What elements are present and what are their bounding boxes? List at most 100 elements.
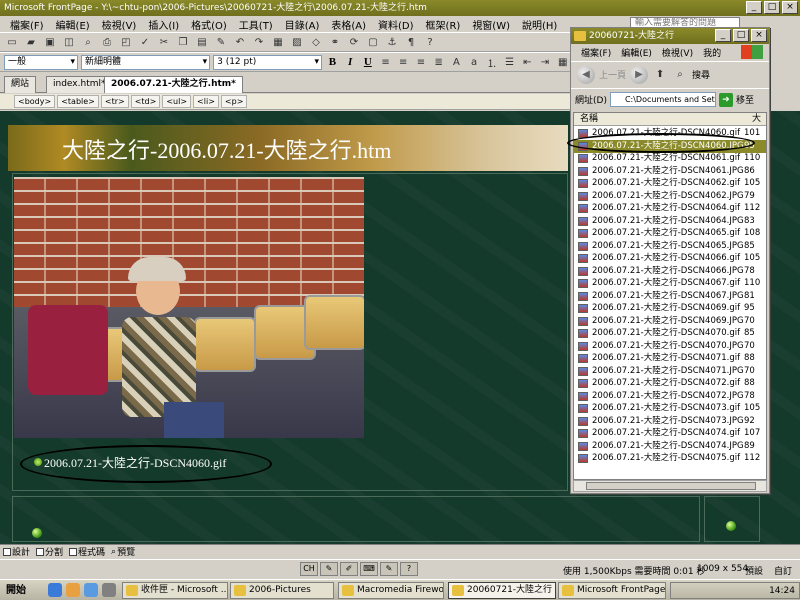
file-row[interactable]: 2006.07.21-大陸之行-DSCN4069.JPG 70 bbox=[574, 315, 766, 328]
column-name[interactable]: 名稱 bbox=[580, 113, 598, 125]
file-row[interactable]: 2006.07.21-大陸之行-DSCN4064.gif 112 bbox=[574, 202, 766, 215]
explorer-window[interactable]: 20060721-大陸之行 _ □ × 檔案(F) 編輯(E) 檢視(V) 我的… bbox=[567, 27, 770, 494]
underline-button[interactable]: U bbox=[360, 54, 375, 70]
back-label[interactable]: 上一頁 bbox=[599, 68, 626, 81]
file-row[interactable]: 2006.07.21-大陸之行-DSCN4074.JPG 89 bbox=[574, 440, 766, 453]
undo-icon[interactable]: ↶ bbox=[232, 34, 248, 50]
view-design[interactable]: 設計 bbox=[3, 545, 30, 558]
column-size[interactable]: 大 bbox=[752, 113, 761, 125]
align-right-icon[interactable]: ≡ bbox=[414, 54, 429, 70]
view-split[interactable]: 分割 bbox=[36, 545, 63, 558]
anchor-icon[interactable]: ⚓ bbox=[384, 34, 400, 50]
file-row[interactable]: 2006.07.21-大陸之行-DSCN4071.JPG 70 bbox=[574, 365, 766, 378]
file-row[interactable]: 2006.07.21-大陸之行-DSCN4075.gif 112 bbox=[574, 452, 766, 465]
close-button[interactable]: × bbox=[782, 1, 798, 14]
minimize-button[interactable]: _ bbox=[746, 1, 762, 14]
open-folder-icon[interactable]: ▰ bbox=[23, 34, 39, 50]
file-row[interactable]: 2006.07.21-大陸之行-DSCN4062.JPG 79 bbox=[574, 190, 766, 203]
search-icon[interactable]: ⌕ bbox=[672, 67, 688, 83]
tag-td[interactable]: <td> bbox=[130, 95, 161, 108]
style-select[interactable]: 一般 bbox=[4, 54, 78, 70]
task-pictures-folder[interactable]: 2006-Pictures bbox=[230, 582, 334, 599]
task-inbox[interactable]: 收件匣 - Microsoft ... bbox=[122, 582, 228, 599]
file-row[interactable]: 2006.07.21-大陸之行-DSCN4071.gif 88 bbox=[574, 352, 766, 365]
file-row[interactable]: 2006.07.21-大陸之行-DSCN4065.JPG 85 bbox=[574, 240, 766, 253]
tag-tr[interactable]: <tr> bbox=[100, 95, 129, 108]
tag-li[interactable]: <li> bbox=[193, 95, 219, 108]
scrollbar-thumb[interactable] bbox=[586, 482, 756, 490]
search-icon[interactable]: ⌕ bbox=[80, 34, 96, 50]
bullet-list-icon[interactable]: ☰ bbox=[502, 54, 517, 70]
explorer-close-button[interactable]: × bbox=[751, 29, 767, 42]
font-select[interactable]: 新細明體 bbox=[80, 54, 211, 70]
menu-edit[interactable]: 編輯(E) bbox=[50, 17, 96, 32]
horizontal-scrollbar[interactable] bbox=[573, 480, 767, 492]
footer-cell[interactable] bbox=[12, 496, 700, 542]
file-row[interactable]: 2006.07.21-大陸之行-DSCN4074.gif 107 bbox=[574, 427, 766, 440]
firefox-icon[interactable] bbox=[84, 583, 98, 597]
align-center-icon[interactable]: ≡ bbox=[396, 54, 411, 70]
increase-indent-icon[interactable]: ⇥ bbox=[538, 54, 553, 70]
tab-web-site[interactable]: 網站 bbox=[4, 76, 37, 93]
go-label[interactable]: 移至 bbox=[736, 93, 754, 106]
tools-icon[interactable]: ✎ bbox=[380, 562, 398, 576]
explorer-title-bar[interactable]: 20060721-大陸之行 _ □ × bbox=[571, 28, 769, 44]
menu-frames[interactable]: 框架(R) bbox=[420, 17, 467, 32]
publish-icon[interactable]: ◫ bbox=[61, 34, 77, 50]
help-icon[interactable]: ? bbox=[422, 34, 438, 50]
explorer-menu-view[interactable]: 檢視(V) bbox=[662, 46, 693, 59]
copy-icon[interactable]: ❐ bbox=[175, 34, 191, 50]
window-title-bar[interactable]: Microsoft FrontPage - Y:\~chtu-pon\2006-… bbox=[0, 0, 800, 16]
file-row[interactable]: 2006.07.21-大陸之行-DSCN4072.gif 88 bbox=[574, 377, 766, 390]
input-method-icon[interactable]: ✎ bbox=[320, 562, 338, 576]
menu-view[interactable]: 檢視(V) bbox=[96, 17, 143, 32]
file-row[interactable]: 2006.07.21-大陸之行-DSCN4066.JPG 78 bbox=[574, 265, 766, 278]
menu-file[interactable]: 檔案(F) bbox=[4, 17, 50, 32]
menu-contents[interactable]: 目錄(A) bbox=[279, 17, 326, 32]
clock[interactable]: 14:24 bbox=[769, 586, 795, 596]
tag-table[interactable]: <table> bbox=[57, 95, 99, 108]
folder-up-icon[interactable]: ⬆ bbox=[652, 67, 668, 83]
italic-button[interactable]: I bbox=[343, 54, 358, 70]
show-desktop-icon[interactable] bbox=[102, 583, 116, 597]
menu-insert[interactable]: 插入(I) bbox=[142, 17, 185, 32]
search-label[interactable]: 搜尋 bbox=[692, 68, 710, 81]
numbered-list-icon[interactable]: ⒈ bbox=[484, 54, 499, 70]
tab-index-html[interactable]: index.html* bbox=[46, 76, 113, 93]
menu-help[interactable]: 說明(H) bbox=[516, 17, 563, 32]
align-left-icon[interactable]: ≡ bbox=[378, 54, 393, 70]
start-button[interactable]: 開始 bbox=[2, 582, 30, 599]
maximize-button[interactable]: □ bbox=[764, 1, 780, 14]
explorer-maximize-button[interactable]: □ bbox=[733, 29, 749, 42]
task-explorer[interactable]: 20060721-大陸之行 bbox=[448, 582, 556, 599]
menu-format[interactable]: 格式(O) bbox=[185, 17, 233, 32]
spelling-icon[interactable]: ✓ bbox=[137, 34, 153, 50]
justify-icon[interactable]: ≣ bbox=[431, 54, 446, 70]
go-arrow-icon[interactable]: ➜ bbox=[718, 92, 733, 107]
decrease-indent-icon[interactable]: ⇤ bbox=[520, 54, 535, 70]
file-row[interactable]: 2006.07.21-大陸之行-DSCN4073.JPG 92 bbox=[574, 415, 766, 428]
tag-body[interactable]: <body> bbox=[14, 95, 56, 108]
refresh-icon[interactable]: ⟳ bbox=[346, 34, 362, 50]
address-input[interactable]: C:\Documents and Set bbox=[609, 92, 716, 107]
show-all-icon[interactable]: ¶ bbox=[403, 34, 419, 50]
tag-p[interactable]: <p> bbox=[220, 95, 248, 108]
file-row[interactable]: 2006.07.21-大陸之行-DSCN4061.gif 110 bbox=[574, 152, 766, 165]
tag-ul[interactable]: <ul> bbox=[162, 95, 192, 108]
explorer-menu-file[interactable]: 檔案(F) bbox=[581, 46, 611, 59]
menu-table[interactable]: 表格(A) bbox=[325, 17, 372, 32]
file-list[interactable]: 名稱 大 2006.07.21-大陸之行-DSCN4060.gif 101 2006… bbox=[573, 112, 767, 480]
file-row[interactable]: 2006.07.21-大陸之行-DSCN4066.gif 105 bbox=[574, 252, 766, 265]
menu-data[interactable]: 資料(D) bbox=[372, 17, 420, 32]
tab-current-page[interactable]: 2006.07.21-大陸之行.htm* bbox=[104, 76, 243, 93]
file-row[interactable]: 2006.07.21-大陸之行-DSCN4070.JPG 70 bbox=[574, 340, 766, 353]
file-row[interactable]: 2006.07.21-大陸之行-DSCN4061.JPG 86 bbox=[574, 165, 766, 178]
drawing-icon[interactable]: ◇ bbox=[308, 34, 324, 50]
pen-icon[interactable]: ✐ bbox=[340, 562, 358, 576]
borders-icon[interactable]: ▦ bbox=[555, 54, 570, 70]
file-row[interactable]: 2006.07.21-大陸之行-DSCN4065.gif 108 bbox=[574, 227, 766, 240]
cut-icon[interactable]: ✂ bbox=[156, 34, 172, 50]
file-row[interactable]: 2006.07.21-大陸之行-DSCN4067.JPG 81 bbox=[574, 290, 766, 303]
insert-picture-icon[interactable]: ▨ bbox=[289, 34, 305, 50]
print-icon[interactable]: ⎙ bbox=[99, 34, 115, 50]
